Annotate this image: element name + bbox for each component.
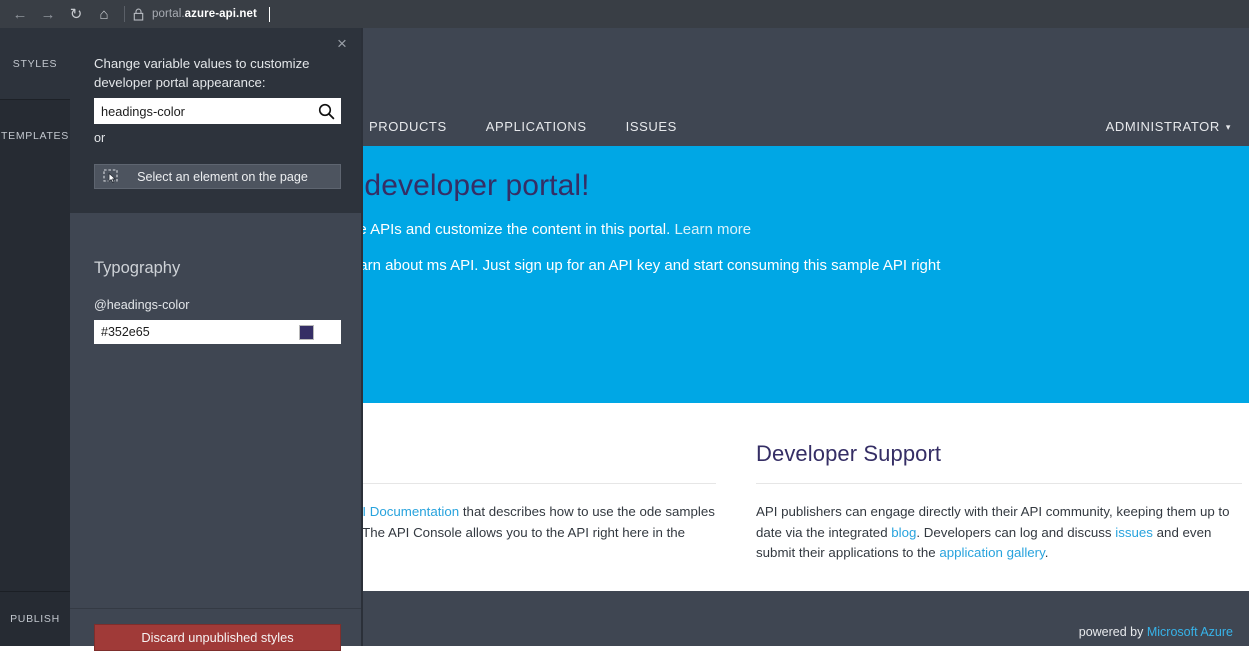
rail-item-label: STYLES — [13, 58, 57, 70]
hero-title: me to the developer portal! — [230, 168, 1249, 204]
account-menu[interactable]: ADMINISTRATOR ▾ — [1106, 106, 1231, 146]
section-title-typography: Typography — [94, 259, 180, 278]
nav-item-products[interactable]: PRODUCTS — [369, 119, 447, 134]
rail-item-label: TEMPLATES — [1, 130, 69, 142]
toolbar-divider — [124, 6, 125, 22]
column-body: API publishers can engage directly with … — [756, 502, 1242, 564]
lock-icon — [133, 8, 144, 21]
text-cursor — [269, 7, 270, 22]
panel-description: Change variable values to customize deve… — [94, 55, 344, 92]
footer-credit: powered by Microsoft Azure — [1079, 625, 1233, 639]
rail-item-styles[interactable]: STYLES — [0, 28, 70, 100]
column-heading: Developer Support — [756, 441, 1242, 467]
application-gallery-link[interactable]: application gallery — [939, 545, 1044, 560]
nav-item-issues[interactable]: ISSUES — [626, 119, 677, 134]
address-bar[interactable]: portal.azure-api.net — [152, 8, 257, 20]
body-text: . Developers can log and discuss — [916, 525, 1115, 540]
rail-item-templates[interactable]: TEMPLATES — [0, 100, 70, 172]
microsoft-azure-link[interactable]: Microsoft Azure — [1147, 625, 1233, 639]
url-prefix: portal. — [152, 8, 185, 20]
discard-unpublished-styles-button[interactable]: Discard unpublished styles — [94, 624, 341, 651]
hero-paragraph-2: can discover and learn about ms API. Jus… — [230, 256, 1249, 276]
search-icon[interactable] — [311, 98, 341, 124]
body-text: . — [1045, 545, 1049, 560]
portal-nav-links: PRODUCTS APPLICATIONS ISSUES — [369, 119, 716, 134]
blog-link[interactable]: blog — [891, 525, 916, 540]
chevron-down-icon: ▾ — [1226, 122, 1231, 133]
select-element-label: Select an element on the page — [129, 170, 340, 184]
element-picker-icon — [95, 165, 129, 188]
refresh-icon[interactable]: ↻ — [62, 1, 90, 27]
close-icon[interactable]: × — [331, 33, 353, 55]
footer-divider — [70, 608, 363, 609]
rail-item-publish[interactable]: PUBLISH — [0, 592, 70, 646]
hero-learn-more-link[interactable]: Learn more — [674, 221, 751, 238]
variable-name-label: @headings-color — [94, 298, 189, 312]
color-swatch[interactable] — [299, 325, 314, 340]
editor-rail: STYLES TEMPLATES PUBLISH — [0, 28, 70, 646]
styles-panel: × Change variable values to customize de… — [70, 28, 363, 646]
column-divider — [756, 483, 1242, 484]
browser-toolbar: ← → ↻ ⌂ portal.azure-api.net — [0, 0, 1249, 28]
account-menu-label: ADMINISTRATOR — [1106, 119, 1220, 134]
styles-panel-body: Typography @headings-color — [70, 213, 363, 608]
styles-panel-header: × Change variable values to customize de… — [70, 28, 363, 213]
footer-credit-text: powered by — [1079, 625, 1147, 639]
nav-item-applications[interactable]: APPLICATIONS — [486, 119, 587, 134]
forward-arrow-icon[interactable]: → — [34, 1, 62, 27]
styles-panel-footer: Discard unpublished styles — [70, 608, 363, 646]
panel-edge — [361, 28, 363, 646]
color-value-field[interactable] — [94, 320, 341, 344]
variable-search-field[interactable] — [94, 98, 341, 124]
url-domain: azure-api.net — [185, 8, 257, 20]
search-input[interactable] — [101, 99, 311, 123]
back-arrow-icon[interactable]: ← — [6, 1, 34, 27]
home-icon[interactable]: ⌂ — [90, 1, 118, 27]
color-value-input[interactable] — [101, 321, 299, 343]
select-element-button[interactable]: Select an element on the page — [94, 164, 341, 189]
or-label: or — [94, 131, 105, 145]
rail-item-label: PUBLISH — [10, 613, 60, 625]
hero-paragraph-1: tors can manage the APIs and customize t… — [230, 220, 1249, 240]
issues-link[interactable]: issues — [1115, 525, 1153, 540]
content-column-support: Developer Support API publishers can eng… — [756, 441, 1242, 564]
